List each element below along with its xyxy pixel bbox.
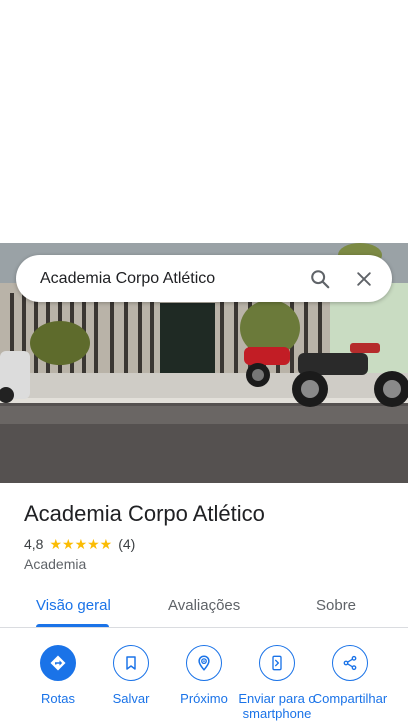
- nearby-button-circle[interactable]: [186, 645, 222, 681]
- tab-about[interactable]: Sobre: [316, 597, 356, 614]
- bookmark-icon: [126, 656, 136, 670]
- directions-button[interactable]: Rotas: [18, 645, 98, 706]
- send-to-phone-button-circle[interactable]: [259, 645, 295, 681]
- review-count: (4): [118, 536, 136, 552]
- send-to-phone-label: Enviar para o smartphone: [238, 691, 316, 721]
- send-to-phone-icon: [272, 655, 282, 671]
- map-area-blank: [0, 0, 408, 243]
- active-tab-indicator: [36, 624, 109, 627]
- rating-row[interactable]: 4,8 ★★★★★ (4): [24, 536, 135, 552]
- directions-button-circle[interactable]: [40, 645, 76, 681]
- directions-icon: [50, 655, 66, 671]
- tab-overview[interactable]: Visão geral: [36, 597, 111, 614]
- save-button-circle[interactable]: [113, 645, 149, 681]
- place-name: Academia Corpo Atlético: [24, 501, 265, 526]
- save-button[interactable]: Salvar: [91, 645, 171, 706]
- star-icon: ★★★★★: [49, 536, 113, 552]
- close-button[interactable]: [342, 257, 386, 301]
- share-label: Compartilhar: [312, 691, 388, 706]
- nearby-icon: [198, 655, 210, 671]
- save-label: Salvar: [112, 691, 150, 706]
- rating-value: 4,8: [24, 536, 44, 552]
- directions-label: Rotas: [41, 691, 75, 706]
- search-query-text[interactable]: Academia Corpo Atlético: [16, 270, 298, 288]
- place-info-panel: Academia Corpo Atlético 4,8 ★★★★★ (4) Ac…: [0, 483, 408, 726]
- search-bar[interactable]: Academia Corpo Atlético: [16, 255, 392, 302]
- close-icon: [357, 271, 371, 286]
- place-category[interactable]: Academia: [24, 556, 86, 572]
- nearby-label: Próximo: [180, 691, 228, 706]
- action-buttons-row: Rotas Salvar Próximo Enviar para o smart…: [0, 645, 408, 726]
- share-icon: [343, 655, 357, 671]
- share-button-circle[interactable]: [332, 645, 368, 681]
- search-icon: [311, 269, 330, 288]
- tab-bar: Visão geral Avaliações Sobre: [0, 591, 408, 628]
- search-button[interactable]: [298, 257, 342, 301]
- nearby-button[interactable]: Próximo: [164, 645, 244, 706]
- star-rating: ★★★★★: [49, 537, 112, 551]
- tab-reviews[interactable]: Avaliações: [168, 597, 240, 614]
- send-to-phone-button[interactable]: Enviar para o smartphone: [237, 645, 317, 721]
- share-button[interactable]: Compartilhar: [310, 645, 390, 706]
